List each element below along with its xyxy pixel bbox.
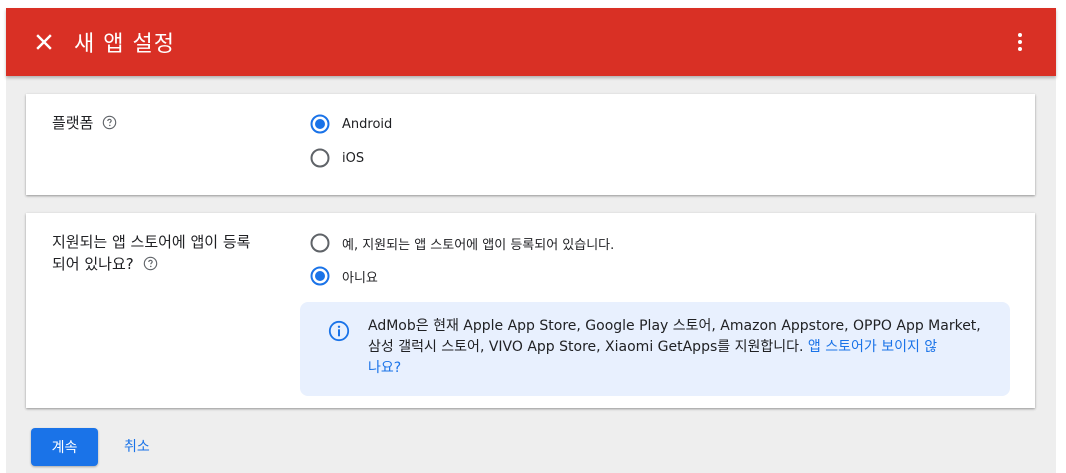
page-title: 새 앱 설정 <box>74 32 175 57</box>
more-vert-icon[interactable] <box>1008 30 1032 54</box>
radio-android[interactable]: Android <box>310 112 392 136</box>
radio-selected-icon[interactable] <box>310 114 330 134</box>
app-frame: 새 앱 설정 플랫폼 Android iOS 지원되는 앱 스토어에 앱이 등록… <box>6 8 1056 473</box>
store-label-line2: 되어 있나요? <box>52 255 134 273</box>
store-not-shown-link-cont[interactable]: 나요? <box>368 360 401 376</box>
info-box: AdMob은 현재 Apple App Store, Google Play 스… <box>300 302 1010 396</box>
close-icon[interactable] <box>32 30 56 54</box>
cancel-button[interactable]: 취소 <box>124 436 150 456</box>
radio-store-yes-label: 예, 지원되는 앱 스토어에 앱이 등록되어 있습니다. <box>342 237 615 253</box>
app-bar: 새 앱 설정 <box>6 8 1056 76</box>
radio-selected-icon[interactable] <box>310 266 330 286</box>
help-icon[interactable] <box>143 256 158 271</box>
continue-button[interactable]: 계속 <box>31 428 98 466</box>
platform-label: 플랫폼 <box>52 114 94 132</box>
radio-store-no-label: 아니요 <box>342 270 378 286</box>
store-label-line2-container: 되어 있나요? <box>52 253 250 275</box>
radio-ios[interactable]: iOS <box>310 146 364 170</box>
platform-label-container: 플랫폼 <box>52 112 117 134</box>
info-text-line2-container: 삼성 갤럭시 스토어, VIVO App Store, Xiaomi GetAp… <box>368 337 988 358</box>
info-icon <box>328 320 350 342</box>
radio-android-label: Android <box>342 116 393 132</box>
store-label-container: 지원되는 앱 스토어에 앱이 등록 되어 있나요? <box>52 231 250 275</box>
store-label-line1: 지원되는 앱 스토어에 앱이 등록 <box>52 233 251 251</box>
info-text-line2: 삼성 갤럭시 스토어, VIVO App Store, Xiaomi GetAp… <box>368 339 808 355</box>
radio-unselected-icon[interactable] <box>310 148 330 168</box>
radio-store-yes[interactable]: 예, 지원되는 앱 스토어에 앱이 등록되어 있습니다. <box>310 231 614 255</box>
info-text: AdMob은 현재 Apple App Store, Google Play 스… <box>368 316 988 379</box>
app-store-card: 지원되는 앱 스토어에 앱이 등록 되어 있나요? 예, 지원되는 앱 스토어에… <box>26 213 1035 408</box>
radio-store-no[interactable]: 아니요 <box>310 264 378 288</box>
info-text-line1: AdMob은 현재 Apple App Store, Google Play 스… <box>368 318 981 334</box>
help-icon[interactable] <box>102 115 117 130</box>
radio-ios-label: iOS <box>342 150 365 166</box>
store-not-shown-link[interactable]: 앱 스토어가 보이지 않 <box>808 339 937 355</box>
radio-unselected-icon[interactable] <box>310 233 330 253</box>
platform-card: 플랫폼 Android iOS <box>26 94 1035 195</box>
